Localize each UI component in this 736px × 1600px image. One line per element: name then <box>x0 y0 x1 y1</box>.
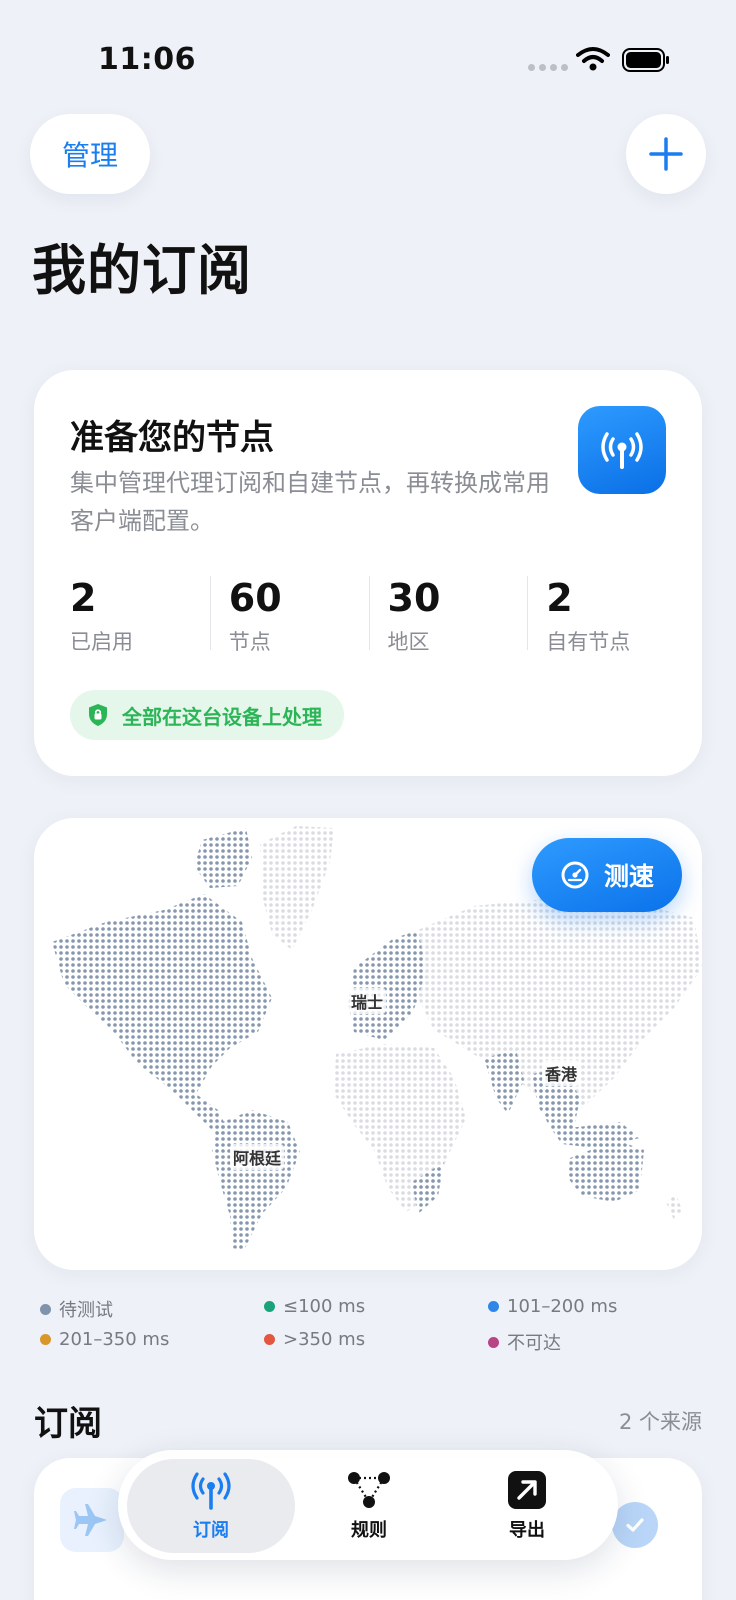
checkmark-icon[interactable] <box>612 1502 658 1548</box>
airplane-icon <box>60 1488 124 1552</box>
legend-dot <box>40 1303 51 1315</box>
stat-value: 2 <box>546 576 573 620</box>
status-time: 11:06 <box>98 42 196 77</box>
map-label-hongkong[interactable]: 香港 <box>542 1060 581 1086</box>
antenna-icon <box>578 406 666 494</box>
legend-item: ≤100 ms <box>264 1296 365 1317</box>
shield-lock-icon <box>89 704 107 726</box>
stats-row: 2 已启用 60 节点 30 地区 2 自有节点 <box>70 576 686 654</box>
legend-dot <box>264 1301 275 1312</box>
legend-item: 不可达 <box>488 1329 561 1355</box>
node-map[interactable]: 瑞士 香港 阿根廷 测速 <box>34 818 702 1270</box>
cellular-signal-icon <box>528 64 568 71</box>
legend-item: 201–350 ms <box>40 1329 169 1350</box>
tab-rules[interactable]: 规则 <box>285 1459 453 1553</box>
plus-icon <box>649 137 683 171</box>
stat-value: 60 <box>228 576 282 620</box>
legend-item: >350 ms <box>264 1329 365 1350</box>
legend-dot <box>488 1336 499 1348</box>
overview-card: 准备您的节点 集中管理代理订阅和自建节点，再转换成常用客户端配置。 2 已启用 … <box>34 370 702 776</box>
tab-label: 导出 <box>509 1520 545 1541</box>
overview-description: 集中管理代理订阅和自建节点，再转换成常用客户端配置。 <box>70 469 550 535</box>
stat-value: 30 <box>387 576 441 620</box>
legend-label: >350 ms <box>283 1329 366 1350</box>
speedometer-icon <box>561 861 589 889</box>
overview-title: 准备您的节点 <box>70 418 274 458</box>
stat-label: 地区 <box>387 630 430 654</box>
antenna-icon <box>191 1472 231 1510</box>
tab-subscriptions[interactable]: 订阅 <box>127 1459 295 1553</box>
tab-label: 订阅 <box>193 1520 229 1541</box>
stat-label: 节点 <box>228 630 271 654</box>
privacy-badge: 全部在这台设备上处理 <box>70 690 344 740</box>
speed-test-label: 测速 <box>603 862 654 891</box>
add-button[interactable] <box>626 114 706 194</box>
legend-dot <box>488 1301 499 1312</box>
status-bar: 11:06 <box>0 0 736 110</box>
export-arrow-icon <box>508 1471 546 1509</box>
stat-value: 2 <box>70 576 97 620</box>
map-label-switzerland[interactable]: 瑞士 <box>348 988 387 1014</box>
legend-item: 待测试 <box>40 1296 113 1322</box>
subscriptions-section-title: 订阅 <box>34 1404 102 1444</box>
map-label-argentina[interactable]: 阿根廷 <box>230 1144 285 1170</box>
legend-label: 101–200 ms <box>507 1296 618 1317</box>
tab-export[interactable]: 导出 <box>443 1459 611 1553</box>
legend-dot <box>40 1334 51 1345</box>
wifi-icon <box>576 47 610 71</box>
legend-dot <box>264 1334 275 1345</box>
tab-label: 规则 <box>351 1520 387 1541</box>
stat-label: 自有节点 <box>546 630 631 654</box>
stat-enabled: 2 已启用 <box>70 576 210 654</box>
stat-label: 已启用 <box>70 630 133 654</box>
battery-icon <box>622 48 669 72</box>
subscriptions-count: 2 个来源 <box>618 1410 702 1434</box>
stat-regions: 30 地区 <box>368 576 528 654</box>
speed-test-button[interactable]: 测速 <box>532 838 682 912</box>
stat-own-nodes: 2 自有节点 <box>527 576 686 654</box>
legend-label: 待测试 <box>59 1300 113 1321</box>
tab-bar: 订阅 规则 导出 <box>118 1450 618 1560</box>
stat-nodes: 60 节点 <box>209 576 369 654</box>
legend-label: 201–350 ms <box>59 1329 170 1350</box>
nodes-graph-icon <box>348 1472 390 1508</box>
legend-label: ≤100 ms <box>283 1296 366 1317</box>
page-title: 我的订阅 <box>32 239 252 302</box>
legend-item: 101–200 ms <box>488 1296 617 1317</box>
manage-button[interactable]: 管理 <box>30 114 150 194</box>
privacy-label: 全部在这台设备上处理 <box>122 704 322 729</box>
legend-label: 不可达 <box>507 1333 561 1354</box>
